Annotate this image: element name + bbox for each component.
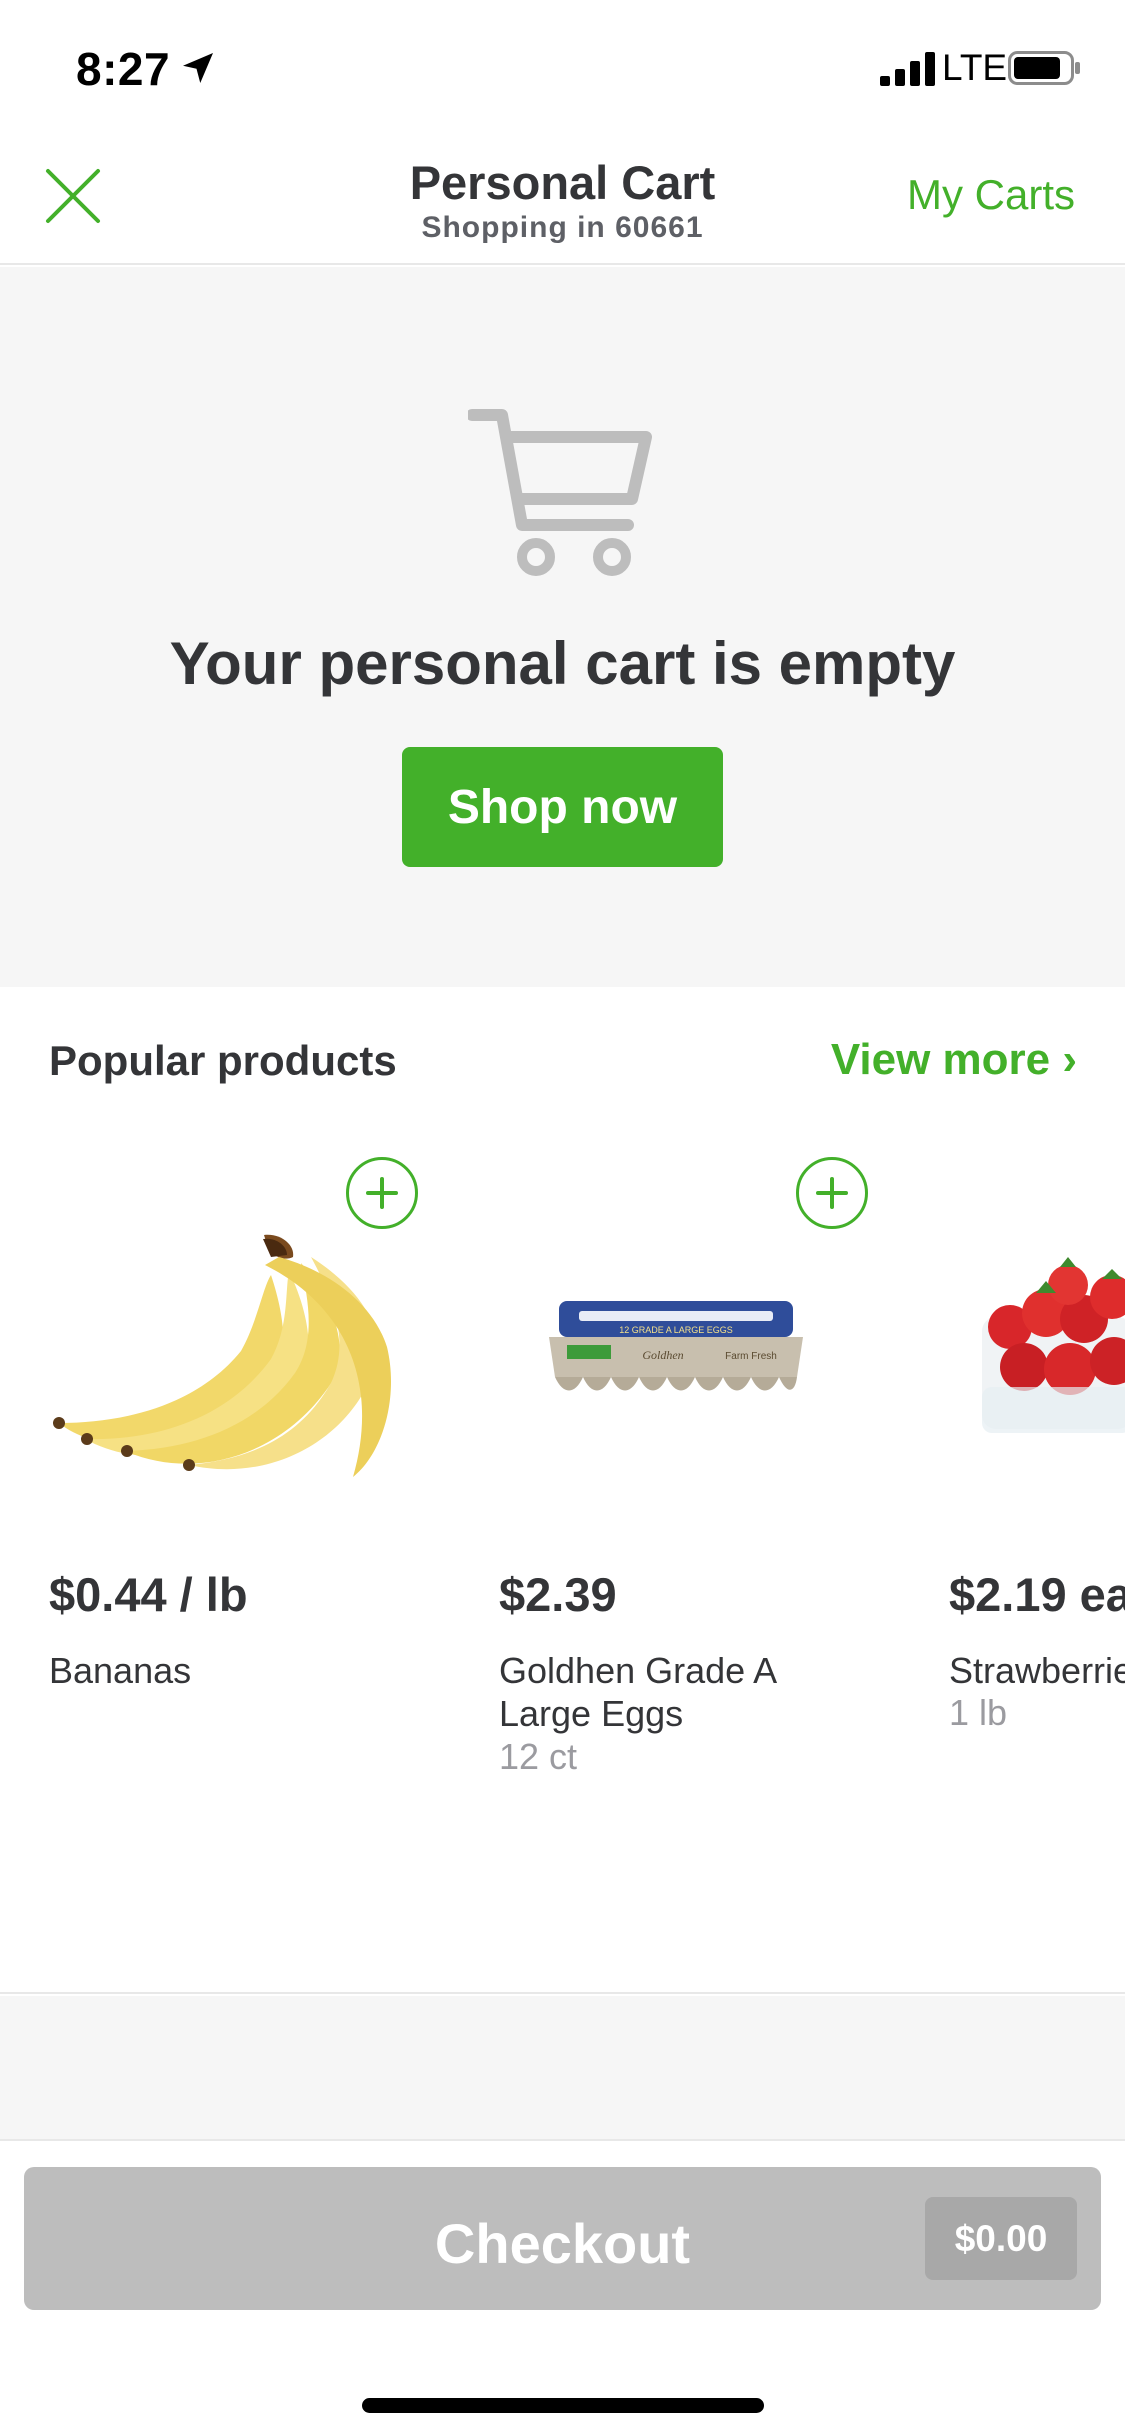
- cart-total-badge: $0.00: [925, 2197, 1077, 2280]
- bottom-spacer: [0, 1996, 1125, 2141]
- plus-icon: [816, 1177, 848, 1209]
- empty-cart-section: Your personal cart is empty Shop now: [0, 267, 1125, 987]
- popular-products-section: Popular products View more › $0.44 / lb …: [0, 987, 1125, 1994]
- strawberries-image: [982, 1257, 1125, 1433]
- product-card[interactable]: $2.19 ea Strawberries 1 lb: [949, 1157, 1125, 1807]
- add-to-cart-button[interactable]: [346, 1157, 418, 1229]
- bananas-image: [53, 1234, 392, 1477]
- product-card[interactable]: 12 GRADE A LARGE EGGS Goldhen Farm Fresh…: [499, 1157, 899, 1807]
- empty-cart-message: Your personal cart is empty: [169, 630, 956, 697]
- page: 8:27 LTE Personal Cart Shopping in 60661…: [0, 0, 1125, 2436]
- product-price: $2.19 ea: [949, 1568, 1125, 1621]
- signal-icon: [880, 52, 935, 86]
- product-price: $2.39: [499, 1568, 617, 1621]
- shop-now-button[interactable]: Shop now: [402, 747, 723, 867]
- product-price: $0.44 / lb: [49, 1568, 248, 1621]
- cart-header: Personal Cart Shopping in 60661 My Carts: [0, 135, 1125, 265]
- carton-label: 12 GRADE A LARGE EGGS: [619, 1325, 733, 1335]
- shopping-cart-icon: [468, 409, 652, 576]
- product-card[interactable]: $0.44 / lb Bananas: [49, 1157, 449, 1807]
- status-time: 8:27: [76, 43, 171, 95]
- network-label: LTE: [942, 47, 1008, 88]
- carton-farm-label: Farm Fresh: [725, 1351, 777, 1362]
- location-arrow-icon: [183, 53, 213, 83]
- product-size: 12 ct: [499, 1736, 578, 1777]
- battery-icon: [1008, 51, 1080, 85]
- status-bar: 8:27 LTE: [0, 0, 1125, 135]
- home-indicator[interactable]: [362, 2398, 764, 2413]
- product-size: 1 lb: [949, 1692, 1008, 1733]
- section-title: Popular products: [49, 1037, 397, 1084]
- eggs-carton-image: 12 GRADE A LARGE EGGS Goldhen Farm Fresh: [549, 1301, 803, 1391]
- product-name: Goldhen Grade A Large Eggs: [499, 1650, 776, 1734]
- my-carts-link[interactable]: My Carts: [907, 171, 1075, 219]
- plus-icon: [366, 1177, 398, 1209]
- view-more-link[interactable]: View more ›: [831, 1035, 1077, 1085]
- checkout-bar: Checkout $0.00: [0, 2143, 1125, 2436]
- add-to-cart-button[interactable]: [796, 1157, 868, 1229]
- product-name: Strawberries: [949, 1650, 1125, 1691]
- checkout-button[interactable]: Checkout $0.00: [24, 2167, 1101, 2310]
- product-name: Bananas: [49, 1650, 192, 1691]
- carton-brand: Goldhen: [642, 1348, 683, 1362]
